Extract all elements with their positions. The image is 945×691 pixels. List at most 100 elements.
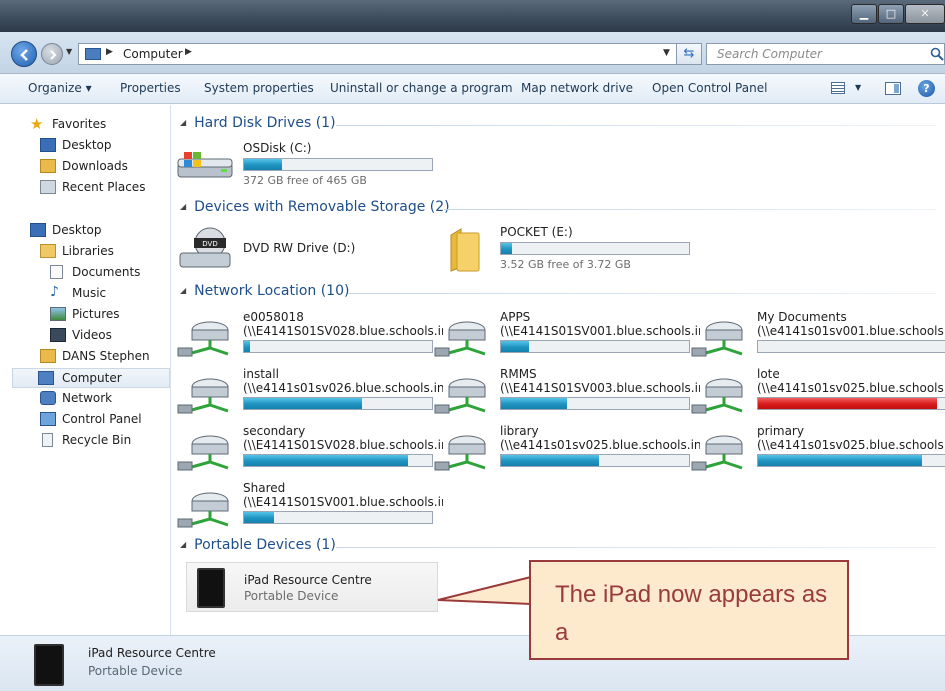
network-location-tile[interactable]: lote(\\e4141s01sv025.blue.schools.int...: [686, 367, 945, 423]
group-divider: [444, 209, 936, 210]
group-title: Devices with Removable Storage (2): [194, 199, 450, 215]
network-location-tile[interactable]: library (\\e4141s01sv025.blue.schools.int…: [429, 424, 700, 480]
music-icon: ♪: [50, 284, 59, 300]
preview-pane-icon[interactable]: [885, 82, 901, 95]
sidebar-item-desktop[interactable]: Desktop: [28, 221, 196, 241]
disk-usage-fill: [244, 159, 282, 170]
search-input[interactable]: Search Computer: [706, 43, 945, 65]
navigation-pane: ★ Favorites Desktop Downloads Recent Pla…: [0, 105, 171, 635]
device-name: iPad Resource Centre: [244, 573, 372, 587]
computer-icon: [85, 48, 101, 60]
breadcrumb-computer[interactable]: Computer: [123, 47, 183, 61]
collapse-icon[interactable]: ◢: [180, 286, 186, 295]
videos-icon: [50, 328, 66, 342]
disk-usage-fill: [501, 398, 567, 409]
disk-usage-bar: [757, 340, 945, 353]
disk-usage-fill: [244, 398, 363, 409]
minimize-button[interactable]: ▁: [851, 4, 877, 24]
maximize-button[interactable]: □: [878, 4, 904, 24]
details-device-type: Portable Device: [88, 664, 183, 678]
network-location-tile[interactable]: My Documents (\\e4141s01sv001.blue.school…: [686, 310, 945, 366]
disk-usage-fill: [501, 243, 513, 254]
drive-free-space: 372 GB free of 465 GB: [243, 174, 367, 187]
view-dropdown-icon[interactable]: ▼: [855, 83, 861, 92]
back-arrow-icon: [20, 49, 28, 61]
drive-name: POCKET (E:): [500, 225, 573, 239]
location-name: lote: [757, 367, 780, 381]
sidebar-item-label: Recent Places: [62, 180, 146, 194]
network-location-tile[interactable]: Shared (\\E4141S01SV001.blue.schools.in..…: [172, 481, 443, 537]
network-location-tile[interactable]: APPS (\\E4141S01SV001.blue.schools.in...: [429, 310, 700, 366]
documents-icon: [50, 265, 63, 279]
sidebar-item-label: Libraries: [62, 244, 114, 258]
refresh-button[interactable]: ⇆: [676, 43, 702, 65]
drive-tile-osdisk[interactable]: OSDisk (C:) 372 GB free of 465 GB: [172, 141, 433, 197]
sidebar-item-favorites[interactable]: ★ Favorites: [28, 115, 196, 135]
group-divider: [336, 547, 936, 548]
title-bar: ▁ □ ✕: [0, 0, 945, 32]
disk-usage-fill: [244, 455, 408, 466]
ipad-icon: [34, 644, 64, 686]
dvd-drive-icon: DVD: [179, 227, 231, 268]
change-view-icon[interactable]: [831, 82, 845, 94]
group-header-removable[interactable]: ◢ Devices with Removable Storage (2): [180, 199, 450, 215]
network-location-tile[interactable]: secondary (\\E4141S01SV028.blue.schools.i…: [172, 424, 443, 480]
group-divider: [348, 293, 936, 294]
location-name: install: [243, 367, 279, 381]
search-icon[interactable]: [930, 47, 944, 61]
location-path: (\\e4141s01sv025.blue.schools.int...: [757, 381, 945, 395]
collapse-icon[interactable]: ◢: [180, 118, 186, 127]
address-bar[interactable]: ▶ Computer ▶ ▼: [78, 43, 698, 65]
user-folder-icon: [40, 349, 56, 363]
network-location-tile[interactable]: primary(\\e4141s01sv025.blue.schools.int…: [686, 424, 945, 480]
network-location-tile[interactable]: RMMS (\\E4141S01SV003.blue.schools.in...: [429, 367, 700, 423]
group-header-hard-disk[interactable]: ◢ Hard Disk Drives (1): [180, 115, 336, 131]
disk-usage-bar: [243, 340, 433, 353]
sidebar-item-computer[interactable]: Computer: [12, 368, 170, 388]
network-location-tile[interactable]: install (\\e4141s01sv026.blue.schools.int…: [172, 367, 443, 423]
drive-name: OSDisk (C:): [243, 141, 312, 155]
forward-button[interactable]: [41, 43, 63, 65]
portable-device-tile[interactable]: iPad Resource Centre Portable Device: [186, 562, 438, 612]
disk-usage-fill: [501, 341, 530, 352]
group-title: Portable Devices (1): [194, 537, 336, 553]
properties-button[interactable]: Properties: [120, 81, 181, 95]
sidebar-item-label: DANS Stephen: [62, 349, 150, 363]
sidebar-item-label: Music: [72, 286, 107, 300]
search-placeholder: Search Computer: [717, 47, 822, 61]
recent-pages-dropdown[interactable]: ▼: [66, 47, 72, 56]
back-button[interactable]: [11, 41, 37, 67]
network-location-tile[interactable]: e0058018 (\\E4141S01SV028.blue.schools.in…: [172, 310, 443, 366]
location-path: (\\e4141s01sv025.blue.schools.int...: [757, 438, 945, 452]
address-row: ▼ ▶ Computer ▶ ▼ ⇆ Search Computer: [0, 32, 945, 74]
collapse-icon[interactable]: ◢: [180, 540, 186, 549]
organize-menu[interactable]: Organize ▾: [28, 81, 92, 95]
location-name: library: [500, 424, 539, 438]
location-path: (\\E4141S01SV003.blue.schools.in...: [500, 381, 700, 395]
ipad-icon: [197, 568, 225, 608]
address-dropdown-icon[interactable]: ▼: [663, 48, 670, 58]
help-icon[interactable]: ?: [918, 80, 935, 97]
sidebar-item-label: Documents: [72, 265, 141, 279]
recycle-bin-icon: [42, 433, 53, 447]
drive-tile-dvd[interactable]: DVD DVD RW Drive (D:): [172, 225, 428, 281]
location-name: Shared: [243, 481, 286, 495]
collapse-icon[interactable]: ◢: [180, 202, 186, 211]
content-pane: ◢ Hard Disk Drives (1) OSDisk (C:) 372 GB…: [172, 105, 945, 635]
location-path: (\\e4141s01sv001.blue.schools.int...: [757, 324, 945, 338]
usb-folder-icon: [450, 228, 480, 272]
drive-tile-pocket[interactable]: POCKET (E:) 3.52 GB free of 3.72 GB: [429, 225, 690, 281]
network-drive-icon: [177, 435, 229, 471]
network-drive-icon: [691, 378, 743, 414]
uninstall-program-button[interactable]: Uninstall or change a program: [330, 81, 513, 95]
map-network-drive-button[interactable]: Map network drive: [521, 81, 633, 95]
desktop-icon: [30, 223, 46, 237]
drive-name: DVD RW Drive (D:): [243, 241, 356, 255]
group-header-network[interactable]: ◢ Network Location (10): [180, 283, 349, 299]
group-header-portable[interactable]: ◢ Portable Devices (1): [180, 537, 336, 553]
breadcrumb-separator-icon[interactable]: ▶: [106, 47, 113, 57]
system-properties-button[interactable]: System properties: [204, 81, 314, 95]
breadcrumb-separator-icon[interactable]: ▶: [185, 47, 192, 57]
close-button[interactable]: ✕: [905, 4, 945, 24]
open-control-panel-button[interactable]: Open Control Panel: [652, 81, 767, 95]
